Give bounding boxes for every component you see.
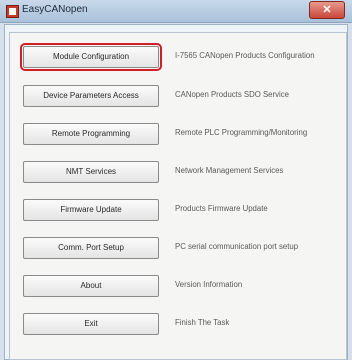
- comm-port-setup-description: PC serial communication port setup: [175, 242, 299, 251]
- title-bar: EasyCANopen ✕: [0, 0, 352, 23]
- firmware-update-button[interactable]: Firmware Update: [23, 199, 159, 221]
- close-button[interactable]: ✕: [309, 1, 345, 19]
- window-title: EasyCANopen: [22, 4, 88, 15]
- main-panel: Module Configuration I-7565 CANopen Prod…: [9, 32, 347, 360]
- menu-row: Remote Programming Remote PLC Programmin…: [10, 123, 348, 153]
- nmt-services-description: Network Management Services: [175, 166, 284, 175]
- device-parameters-access-description: CANopen Products SDO Service: [175, 90, 289, 99]
- menu-row: NMT Services Network Management Services: [10, 161, 348, 191]
- menu-row: About Version Information: [10, 275, 348, 305]
- remote-programming-description: Remote PLC Programming/Monitoring: [175, 128, 308, 137]
- app-icon: [6, 5, 19, 18]
- module-configuration-button[interactable]: Module Configuration: [20, 43, 162, 71]
- menu-row: Exit Finish The Task: [10, 313, 348, 343]
- exit-button[interactable]: Exit: [23, 313, 159, 335]
- menu-row: Comm. Port Setup PC serial communication…: [10, 237, 348, 267]
- menu-row: Module Configuration I-7565 CANopen Prod…: [10, 43, 348, 76]
- device-parameters-access-button[interactable]: Device Parameters Access: [23, 85, 159, 107]
- comm-port-setup-button[interactable]: Comm. Port Setup: [23, 237, 159, 259]
- exit-description: Finish The Task: [175, 318, 230, 327]
- nmt-services-button[interactable]: NMT Services: [23, 161, 159, 183]
- about-button[interactable]: About: [23, 275, 159, 297]
- menu-row: Device Parameters Access CANopen Product…: [10, 85, 348, 115]
- firmware-update-description: Products Firmware Update: [175, 204, 268, 213]
- remote-programming-button[interactable]: Remote Programming: [23, 123, 159, 145]
- module-configuration-description: I-7565 CANopen Products Configuration: [175, 51, 315, 60]
- menu-row: Firmware Update Products Firmware Update: [10, 199, 348, 229]
- about-description: Version Information: [175, 280, 243, 289]
